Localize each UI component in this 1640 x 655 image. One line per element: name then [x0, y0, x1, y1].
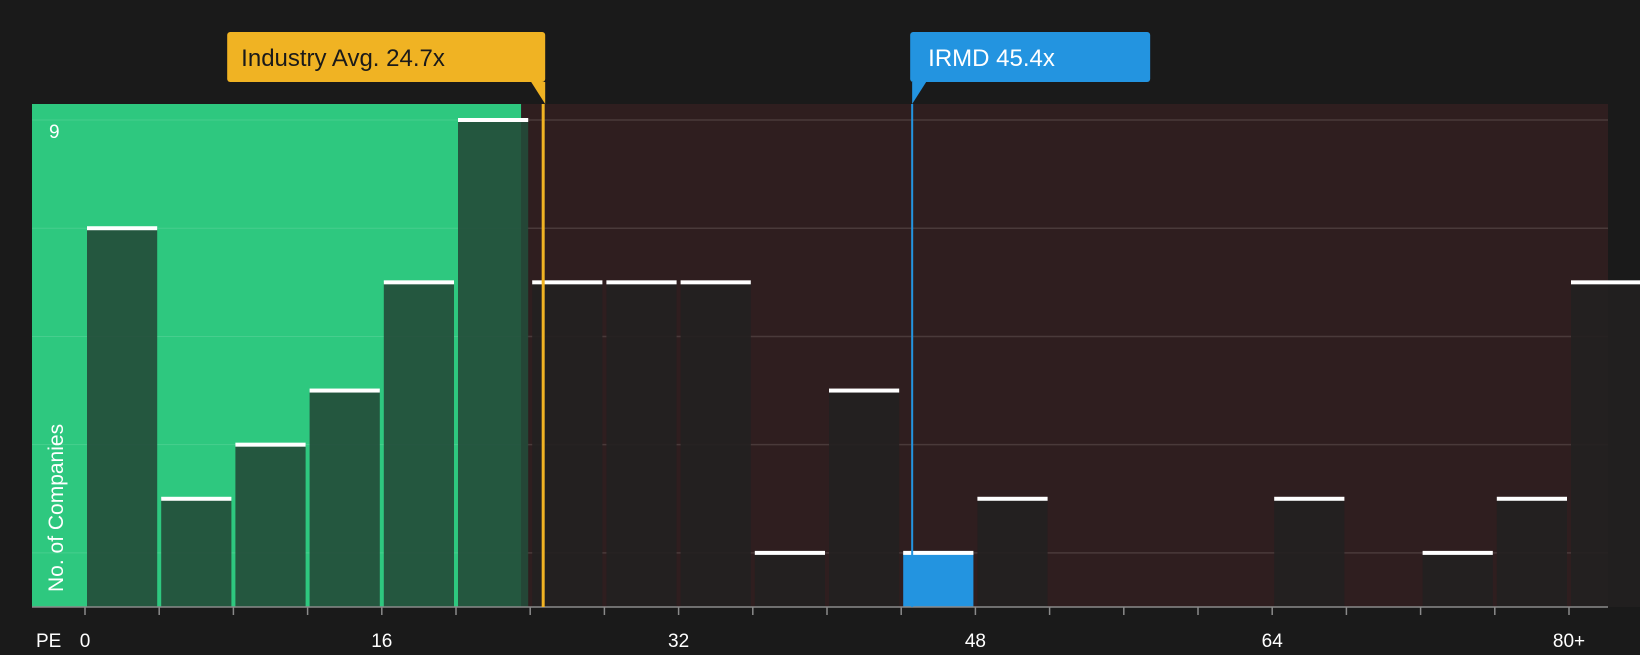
bar-40 — [829, 390, 900, 607]
bar-76 — [1496, 498, 1567, 607]
bar-cap-12 — [309, 388, 380, 393]
bar-72 — [1422, 552, 1493, 607]
y-axis-label: No. of Companies — [45, 424, 68, 592]
industry-avg-label: Industry Avg. 24.7x — [241, 45, 445, 72]
bar-64 — [1274, 498, 1345, 607]
bar-cap-40 — [829, 388, 900, 393]
company-label: IRMD 45.4x — [928, 45, 1055, 72]
bar-cap-4 — [161, 496, 232, 501]
x-axis-label: PE — [36, 631, 61, 650]
bar-36 — [754, 552, 825, 607]
bar-cap-28 — [606, 280, 677, 285]
bar-16 — [383, 282, 454, 607]
x-tick-label: 80+ — [1553, 631, 1585, 650]
bar-80 — [1571, 282, 1640, 607]
x-tick-label: 48 — [965, 631, 986, 650]
x-tick-label: 64 — [1262, 631, 1284, 650]
bar-cap-0 — [87, 226, 158, 231]
x-tick-label: 32 — [668, 631, 689, 650]
bar-cap-48 — [977, 496, 1048, 501]
bar-cap-32 — [680, 280, 751, 285]
bar-cap-76 — [1496, 496, 1567, 501]
bar-32 — [680, 282, 751, 607]
bar-cap-44 — [903, 550, 974, 555]
bar-28 — [606, 282, 677, 607]
bar-cap-72 — [1422, 550, 1493, 555]
chart-svg: 0 16 32 48 64 80+ Industry Avg. 24.7x IRMD 45.… — [0, 0, 1640, 652]
bar-4 — [161, 498, 232, 607]
bar-cap-36 — [754, 550, 825, 555]
bar-20 — [458, 120, 529, 607]
bar-cap-8 — [235, 442, 306, 447]
pe-distribution-chart: 0 16 32 48 64 80+ Industry Avg. 24.7x IRMD 45.… — [0, 0, 1640, 652]
x-tick-label: 0 — [80, 631, 91, 650]
bar-12 — [309, 390, 380, 607]
bar-0 — [87, 228, 158, 607]
y-axis-top-tick-label: 9 — [49, 122, 60, 143]
bar-cap-64 — [1274, 496, 1345, 501]
bar-8 — [235, 444, 306, 607]
x-tick-label: 16 — [371, 631, 392, 650]
bar-cap-80 — [1571, 280, 1640, 285]
bar-cap-20 — [458, 118, 529, 122]
bar-cap-16 — [383, 280, 454, 285]
bar-48 — [977, 498, 1048, 607]
bar-44 — [903, 552, 974, 607]
